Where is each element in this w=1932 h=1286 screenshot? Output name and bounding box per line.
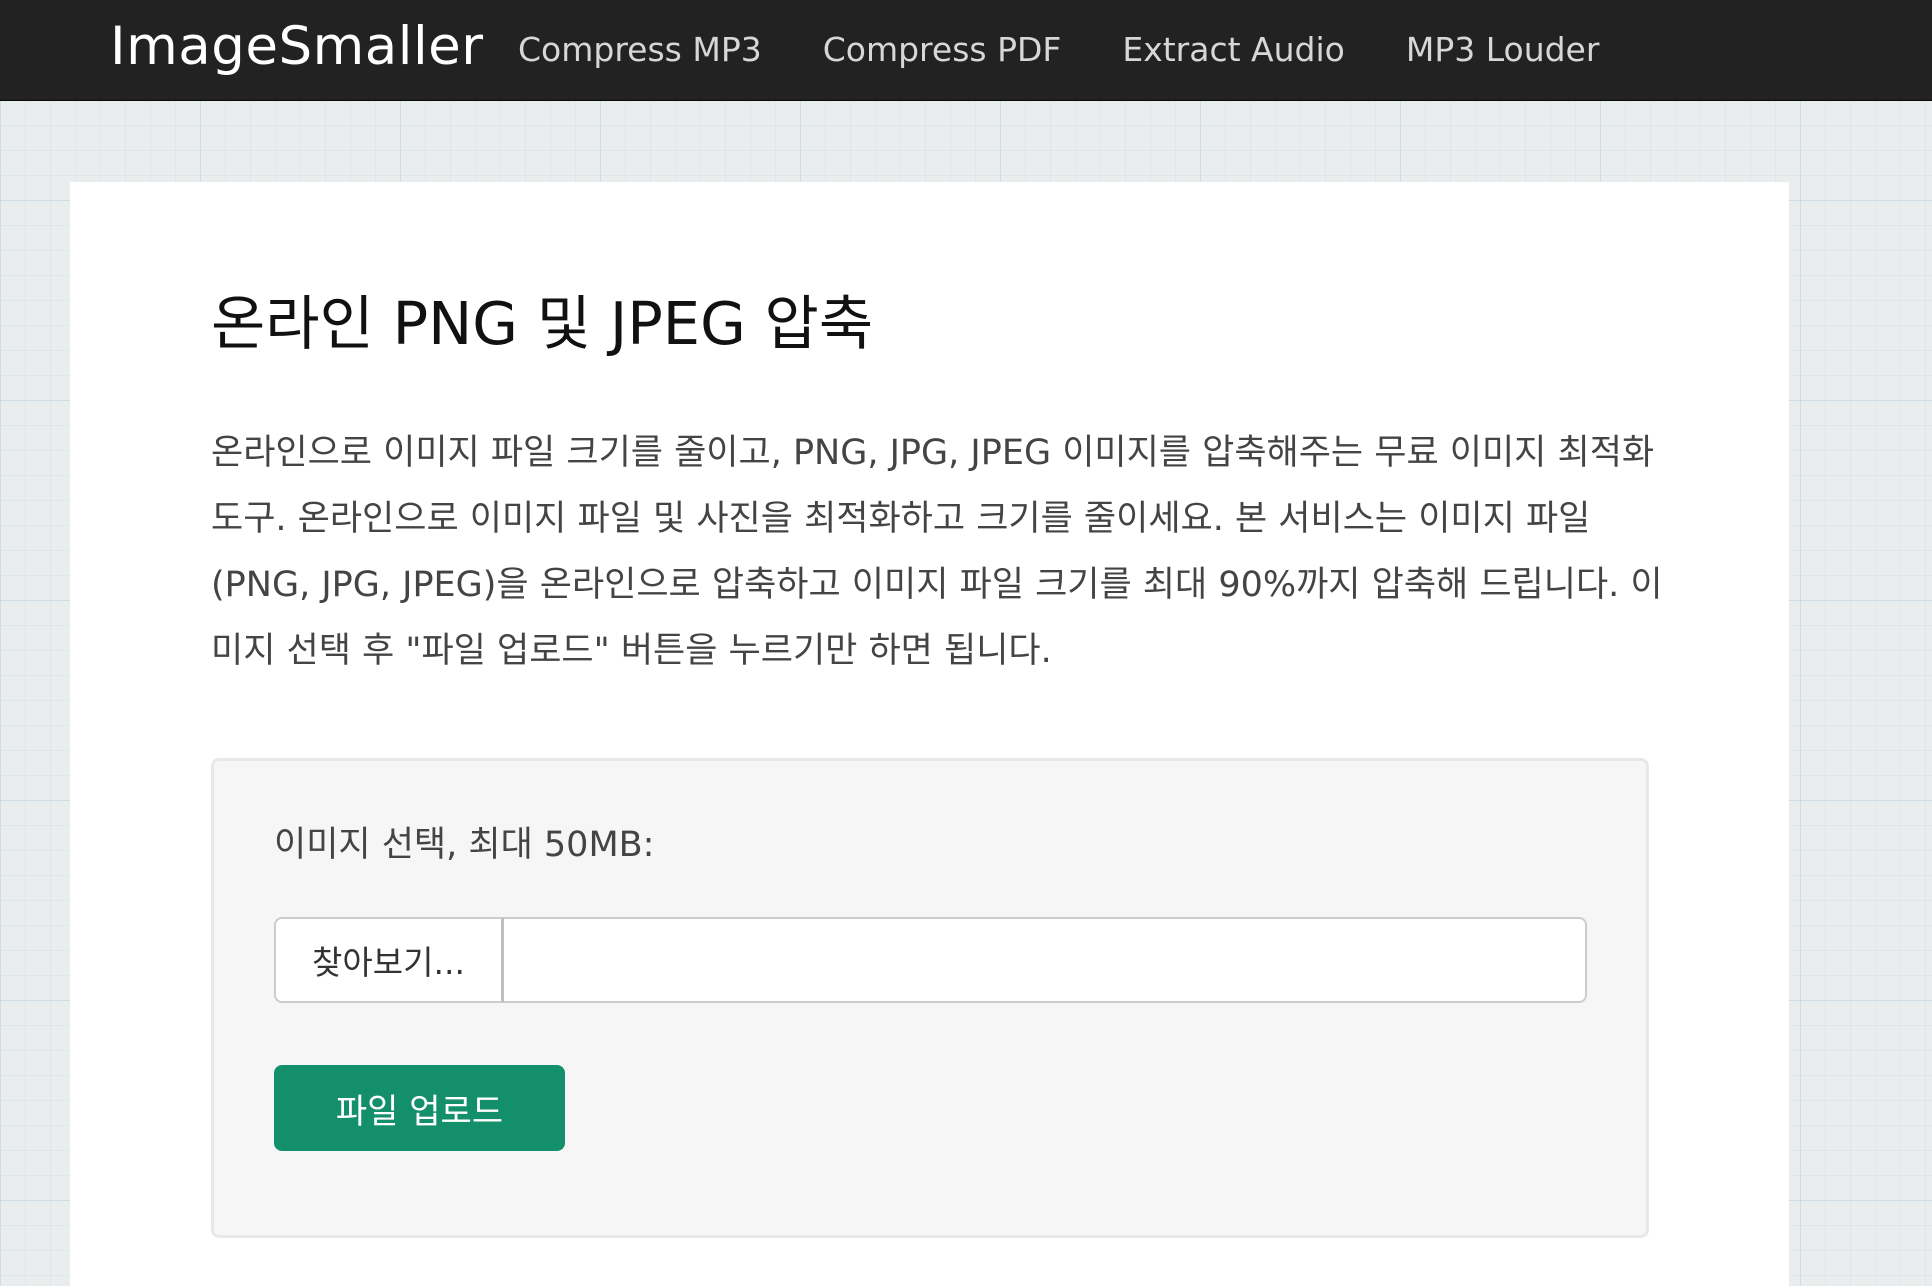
nav-link-extract-audio[interactable]: Extract Audio [1122,0,1344,100]
page-title: 온라인 PNG 및 JPEG 압축 [211,289,874,358]
nav-link-compress-mp3[interactable]: Compress MP3 [518,0,762,100]
browse-button[interactable]: 찾아보기... [274,917,504,1003]
nav-links: Compress MP3 Compress PDF Extract Audio … [518,0,1660,100]
upload-file-button[interactable]: 파일 업로드 [274,1065,565,1151]
nav-link-mp3-louder[interactable]: MP3 Louder [1406,0,1600,100]
main-card: 온라인 PNG 및 JPEG 압축 온라인으로 이미지 파일 크기를 줄이고, … [70,182,1789,1286]
nav-link-compress-pdf[interactable]: Compress PDF [823,0,1062,100]
brand-logo-link[interactable]: ImageSmaller [110,14,484,80]
file-input-group: 찾아보기... [274,917,1587,1003]
file-select-label: 이미지 선택, 최대 50MB: [274,825,655,865]
upload-panel: 이미지 선택, 최대 50MB: 찾아보기... 파일 업로드 [211,758,1649,1238]
file-name-field[interactable] [504,917,1587,1003]
top-navbar: ImageSmaller Compress MP3 Compress PDF E… [0,0,1932,101]
page-description: 온라인으로 이미지 파일 크기를 줄이고, PNG, JPG, JPEG 이미지… [211,433,1663,671]
